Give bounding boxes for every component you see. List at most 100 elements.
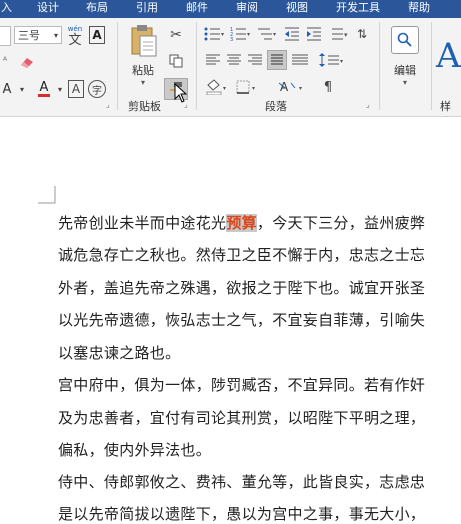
- document-line: 诚危急存亡之秋也。然侍卫之臣不懈于内，忠志之士忘: [58, 246, 426, 264]
- shading-button[interactable]: ▾: [204, 78, 232, 96]
- document-line: 以塞忠谏之路也。: [58, 344, 181, 362]
- align-left-icon: [206, 54, 220, 65]
- tab-mailings[interactable]: 邮件: [186, 1, 208, 17]
- chevron-down-icon[interactable]: ▾: [55, 82, 65, 96]
- font-size-dropdown[interactable]: 三号 ▾: [14, 26, 62, 44]
- increase-indent-icon: [307, 27, 321, 41]
- tab-layout[interactable]: 布局: [86, 1, 108, 17]
- chevron-down-icon: ▾: [402, 78, 407, 87]
- paste-label: 粘贴: [132, 64, 154, 77]
- font-color-button[interactable]: A: [36, 80, 52, 98]
- tab-view[interactable]: 视图: [286, 1, 308, 17]
- document-line: 以光先帝遗德，恢弘志士之气，不宜妄自菲薄，引喻失: [58, 311, 426, 329]
- character-shading-button[interactable]: A: [68, 80, 84, 98]
- decrease-indent-icon: [285, 27, 299, 41]
- character-border-button[interactable]: A: [89, 26, 105, 44]
- copy-button[interactable]: [166, 52, 186, 70]
- multilevel-list-icon: ▾: [258, 28, 276, 40]
- chinese-layout-icon: ▾: [332, 28, 348, 40]
- align-center-icon: [227, 54, 241, 65]
- distributed-button[interactable]: [290, 52, 310, 68]
- svg-text:3: 3: [230, 37, 233, 41]
- align-left-button[interactable]: [204, 52, 222, 68]
- multilevel-list-button[interactable]: ▾: [255, 26, 277, 42]
- cut-button[interactable]: ✂: [166, 26, 186, 44]
- justify-icon: [271, 54, 283, 65]
- numbering-button[interactable]: 1 2 3 ▾: [229, 26, 251, 42]
- eraser-icon: [21, 58, 33, 68]
- font-dialog-launcher-icon[interactable]: ⌟: [106, 100, 110, 109]
- line-spacing-icon: ▾: [319, 53, 343, 67]
- svg-text:▾: ▾: [299, 85, 302, 92]
- increase-indent-button[interactable]: [305, 26, 323, 42]
- borders-button[interactable]: ▾: [234, 78, 262, 96]
- bullets-button[interactable]: ▾: [203, 26, 225, 42]
- text-effects-button[interactable]: A: [0, 80, 14, 98]
- chevron-down-icon: ▾: [53, 30, 58, 40]
- show-formatting-marks-button[interactable]: ¶: [318, 78, 338, 96]
- clipboard-group-label: 剪贴板: [128, 100, 161, 113]
- phonetic-icon: 文: [68, 33, 82, 48]
- document-line: 侍中、侍郎郭攸之、费祎、董允等，此皆良实，志虑忠: [58, 473, 426, 491]
- line-text-after: ，今天下三分，益州疲弊: [256, 214, 426, 232]
- document-line: 外者，盖追先帝之殊遇，欲报之于陛下也。诚宜开张圣: [58, 279, 426, 297]
- align-center-button[interactable]: [225, 52, 243, 68]
- editing-button[interactable]: 编辑 ▾: [386, 26, 424, 92]
- tab-insert[interactable]: 入: [1, 1, 12, 17]
- paint-bucket-icon: ▾: [206, 79, 226, 95]
- font-name-dropdown[interactable]: [0, 26, 11, 46]
- sort-icon: ⇅: [356, 27, 368, 41]
- document-canvas[interactable]: 先帝创业未半而中途花光预算，今天下三分，益州疲弊 诚危急存亡之秋也。然侍卫之臣不…: [0, 117, 461, 523]
- document-line: 是以先帝简拔以遗陛下，愚以为宫中之事，事无大小，: [58, 505, 426, 523]
- paragraph-dialog-launcher-icon[interactable]: ⌟: [366, 100, 370, 109]
- decrease-indent-button[interactable]: [283, 26, 301, 42]
- line-spacing-button[interactable]: ▾: [318, 52, 346, 68]
- svg-text:▾: ▾: [344, 31, 348, 39]
- clipboard-dialog-launcher-icon[interactable]: ⌟: [184, 100, 188, 109]
- tab-references[interactable]: 引用: [136, 1, 158, 17]
- asian-typography-button[interactable]: A ▾: [278, 78, 308, 96]
- chinese-layout-button[interactable]: ▾: [330, 26, 350, 42]
- text-effects-chevron-icon[interactable]: ▾: [16, 82, 28, 96]
- font-shrink-icon[interactable]: ᴬ: [0, 52, 10, 70]
- tab-design[interactable]: 设计: [37, 1, 59, 17]
- ribbon: 三号 ▾ wén 文 A ᴬ A ▾ A ▾ A 字 ⌟ 粘贴 ▾ ✂ 剪贴板 …: [0, 18, 461, 129]
- svg-text:▾: ▾: [221, 31, 224, 38]
- tab-developer[interactable]: 开发工具: [336, 1, 380, 17]
- svg-text:▾: ▾: [223, 85, 226, 92]
- document-line: 及为忠善者，宜付有司论其刑赏，以昭陛下平明之理，: [58, 409, 426, 427]
- justify-button[interactable]: [267, 50, 287, 70]
- editing-label: 编辑: [394, 64, 416, 77]
- enclose-characters-button[interactable]: 字: [88, 80, 106, 98]
- document-line: 宫中府中，俱为一体，陟罚臧否，不宜异同。若有作奸: [58, 376, 426, 394]
- svg-text:▾: ▾: [252, 85, 255, 92]
- styles-button[interactable]: A: [436, 26, 461, 86]
- numbered-list-icon: 123▾: [230, 27, 250, 41]
- borders-icon: ▾: [236, 80, 255, 94]
- paste-button[interactable]: 粘贴 ▾: [124, 24, 162, 90]
- clear-formatting-button[interactable]: [16, 54, 38, 70]
- line-text-before: 先帝创业未半而中途花光: [58, 214, 227, 232]
- svg-text:▾: ▾: [273, 31, 276, 38]
- font-color-bar: [38, 94, 50, 97]
- search-icon: [397, 32, 412, 47]
- chevron-down-icon: ▾: [140, 78, 145, 87]
- asian-typography-icon: A ▾: [279, 80, 302, 94]
- tab-help[interactable]: 帮助: [408, 1, 430, 17]
- sort-button[interactable]: ⇅: [352, 26, 372, 42]
- tab-review[interactable]: 审阅: [236, 1, 258, 17]
- font-size-value: 三号: [18, 29, 40, 42]
- phonetic-guide-button[interactable]: wén 文: [66, 24, 84, 48]
- align-right-icon: [248, 54, 262, 65]
- clipboard-icon: [131, 25, 157, 57]
- group-separator: [431, 22, 432, 110]
- align-right-button[interactable]: [246, 52, 264, 68]
- copy-icon: [169, 54, 183, 68]
- group-separator: [379, 22, 380, 110]
- distributed-icon: [292, 54, 308, 65]
- bullet-list-icon: ▾: [204, 27, 224, 41]
- group-separator: [117, 22, 118, 110]
- ribbon-tab-bar: 入 设计 布局 引用 邮件 审阅 视图 开发工具 帮助: [0, 0, 461, 18]
- document-line: 先帝创业未半而中途花光预算，今天下三分，益州疲弊: [58, 212, 425, 233]
- scissors-icon: ✂: [170, 27, 182, 43]
